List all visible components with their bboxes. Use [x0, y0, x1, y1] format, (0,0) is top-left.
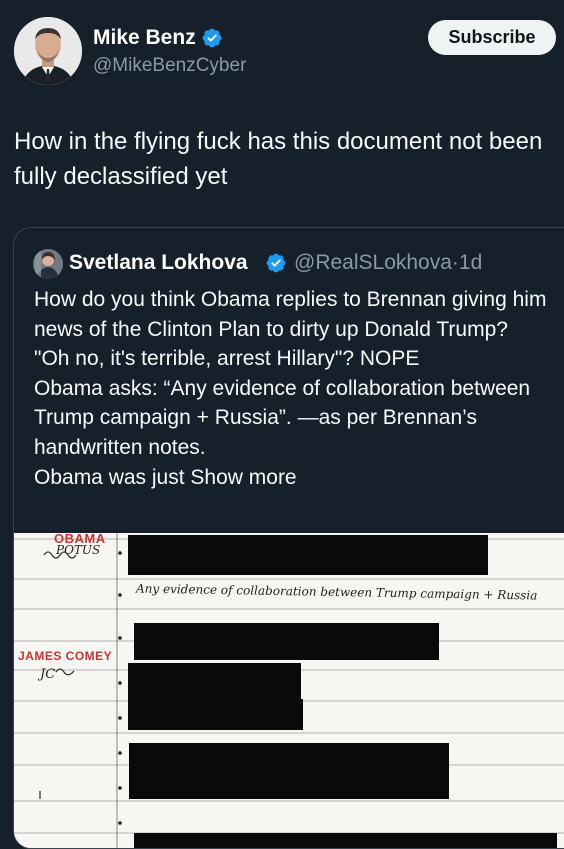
author-name[interactable]: Mike Benz: [93, 26, 196, 50]
doc-label-comey: JAMES COMEY: [18, 649, 113, 663]
quoted-tweet[interactable]: Svetlana Lokhova @RealSLokhova·1d How do…: [13, 227, 564, 849]
person-photo: [14, 17, 82, 85]
author-avatar[interactable]: [14, 17, 82, 85]
person-photo: [33, 249, 63, 279]
quoted-tweet-text: How do you think Obama replies to Brenna…: [34, 285, 554, 492]
verified-badge-icon: [202, 28, 222, 48]
quoted-author-handle[interactable]: @RealSLokhova: [294, 251, 452, 274]
separator-dot: ·: [451, 251, 459, 274]
author-name-row: Mike Benz: [93, 26, 223, 50]
quoted-timestamp[interactable]: 1d: [459, 251, 482, 274]
tweet-text: How in the flying fuck has this document…: [14, 128, 549, 190]
verified-badge-icon: [266, 253, 286, 273]
handwritten-notes-scan: [14, 533, 564, 848]
show-more-link[interactable]: Show more: [190, 466, 296, 489]
subscribe-button[interactable]: Subscribe: [428, 20, 556, 55]
doc-handwriting-jc: JC: [40, 667, 56, 682]
doc-handwriting-potus: POTUS: [56, 543, 101, 557]
quoted-author-avatar[interactable]: [33, 249, 63, 279]
attached-document-image[interactable]: OBAMA POTUS JAMES COMEY JC Any evidence …: [14, 533, 564, 848]
quoted-body: How do you think Obama replies to Brenna…: [34, 288, 547, 489]
quoted-author-handle-time[interactable]: @RealSLokhova·1d: [294, 251, 482, 275]
quoted-author-name[interactable]: Svetlana Lokhova: [69, 251, 248, 275]
author-handle[interactable]: @MikeBenzCyber: [93, 55, 246, 77]
